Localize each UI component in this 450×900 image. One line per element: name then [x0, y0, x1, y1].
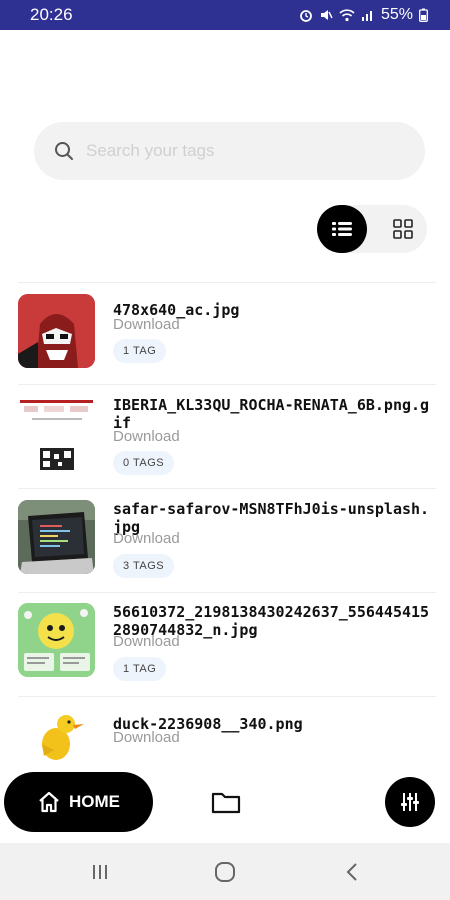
view-toggle [317, 205, 427, 253]
grid-icon [393, 219, 413, 239]
wifi-icon [339, 8, 355, 22]
file-item[interactable]: IBERIA_KL33QU_ROCHA-RENATA_6B.png.gif Do… [0, 396, 450, 496]
signal-icon [361, 9, 375, 22]
file-name: IBERIA_KL33QU_ROCHA-RENATA_6B.png.gif [113, 396, 430, 432]
battery-percent: 55% [380, 6, 413, 23]
file-location: Download [113, 530, 180, 547]
sliders-icon [401, 793, 419, 811]
file-item[interactable]: safar-safarov-MSN8TFhJ0is-unsplash.jpg D… [0, 500, 450, 600]
file-location: Download [113, 633, 180, 650]
file-item[interactable]: 56610372_2198138430242637_55644541528907… [0, 603, 450, 703]
list-divider [18, 592, 436, 593]
mute-icon [319, 8, 333, 22]
home-circle-icon [215, 862, 235, 882]
tag-count-badge[interactable]: 1 TAG [113, 657, 167, 681]
back-icon [346, 863, 357, 881]
tag-count-badge[interactable]: 0 TAGS [113, 451, 175, 475]
home-icon [39, 791, 59, 813]
bottom-navigation: HOME [0, 768, 450, 840]
battery-icon [419, 8, 428, 22]
grid-view-button[interactable] [379, 205, 427, 253]
folder-button[interactable] [206, 784, 246, 820]
status-time: 20:26 [30, 5, 73, 24]
file-location: Download [113, 729, 180, 746]
file-location: Download [113, 316, 180, 333]
status-bar: 20:26 55% [0, 0, 450, 30]
filter-button[interactable] [385, 777, 435, 827]
search-bar[interactable] [34, 122, 425, 180]
list-icon [332, 222, 352, 236]
list-divider [18, 488, 436, 489]
tag-count-badge[interactable]: 1 TAG [113, 339, 167, 363]
search-icon [55, 142, 73, 160]
list-divider [18, 282, 436, 283]
system-navigation-bar [0, 843, 450, 900]
file-thumbnail [18, 396, 95, 470]
file-thumbnail [18, 294, 95, 368]
back-button[interactable] [337, 857, 367, 887]
list-view-button[interactable] [317, 205, 367, 253]
alarm-icon [299, 8, 313, 22]
file-thumbnail [18, 500, 95, 574]
recent-apps-button[interactable] [85, 857, 115, 887]
list-divider [18, 384, 436, 385]
file-thumbnail [18, 603, 95, 677]
screen: 20:26 55% Search your tags 478x640_ac.jp… [0, 0, 450, 900]
tag-count-badge[interactable]: 3 TAGS [113, 554, 175, 578]
status-icons: 55% [299, 6, 428, 24]
list-divider [18, 696, 436, 697]
home-system-button[interactable] [210, 857, 240, 887]
recent-apps-icon [93, 865, 107, 879]
home-button[interactable]: HOME [4, 772, 153, 832]
search-input[interactable] [86, 141, 386, 161]
folder-icon [211, 792, 241, 814]
file-item[interactable]: 478x640_ac.jpg Download 1 TAG [0, 294, 450, 394]
home-label: HOME [69, 792, 120, 811]
file-location: Download [113, 428, 180, 445]
